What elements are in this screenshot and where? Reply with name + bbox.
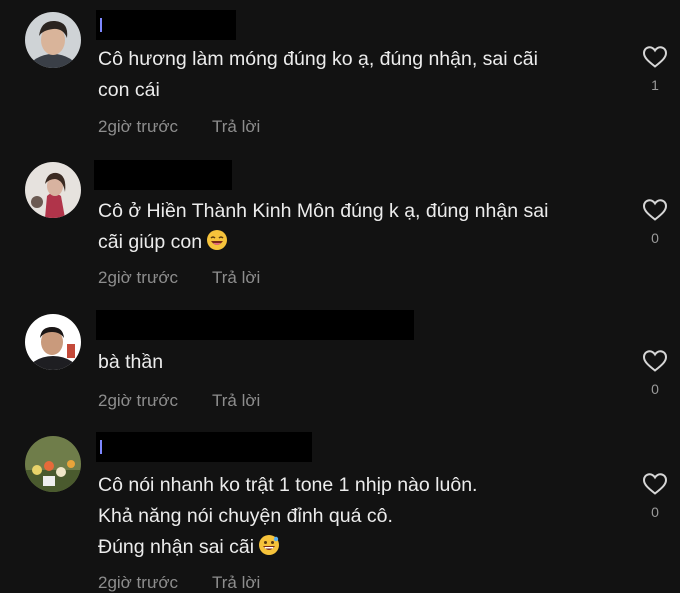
comment-text: Cô ở Hiền Thành Kinh Môn đúng k ạ, đúng … [98, 196, 608, 261]
flowers-avatar-icon [25, 436, 81, 492]
laughing-emoji-icon [206, 229, 228, 261]
username-redacted [96, 310, 414, 340]
avatar[interactable] [25, 436, 81, 492]
comment-meta: 2giờ trước Trả lời [98, 391, 260, 411]
username-redacted [96, 10, 236, 40]
like-count: 1 [651, 77, 659, 93]
like-control: 1 [640, 45, 670, 93]
reply-button[interactable]: Trả lời [212, 268, 260, 288]
person-avatar-icon [25, 162, 81, 218]
comment-meta: 2giờ trước Trả lời [98, 573, 260, 593]
like-control: 0 [640, 349, 670, 397]
like-count: 0 [651, 504, 659, 520]
like-control: 0 [640, 198, 670, 246]
heart-icon[interactable] [642, 198, 668, 222]
avatar[interactable] [25, 162, 81, 218]
comment-meta: 2giờ trước Trả lời [98, 117, 260, 137]
comment-text: Cô hương làm móng đúng ko ạ, đúng nhận, … [98, 48, 538, 101]
comment-text-body: Cô ở Hiền Thành Kinh Môn đúng k ạ, đúng … [98, 200, 549, 253]
reply-button[interactable]: Trả lời [212, 117, 260, 137]
comment-meta: 2giờ trước Trả lời [98, 268, 260, 288]
reply-button[interactable]: Trả lời [212, 573, 260, 593]
avatar[interactable] [25, 12, 81, 68]
like-control: 0 [640, 472, 670, 520]
timestamp: 2giờ trước [98, 117, 178, 136]
person-avatar-icon [25, 12, 81, 68]
reply-button[interactable]: Trả lời [212, 391, 260, 411]
comment-text: bà thần [98, 351, 164, 373]
timestamp: 2giờ trước [98, 268, 178, 287]
heart-icon[interactable] [642, 349, 668, 373]
person-avatar-icon [25, 314, 81, 370]
comment-text: Cô nói nhanh ko trật 1 tone 1 nhịp nào l… [98, 470, 608, 566]
like-count: 0 [651, 230, 659, 246]
heart-icon[interactable] [642, 45, 668, 69]
avatar[interactable] [25, 314, 81, 370]
heart-icon[interactable] [642, 472, 668, 496]
comment-text-body: Cô nói nhanh ko trật 1 tone 1 nhịp nào l… [98, 474, 478, 558]
username-redacted [96, 432, 312, 462]
like-count: 0 [651, 381, 659, 397]
timestamp: 2giờ trước [98, 573, 178, 592]
username-redacted [94, 160, 232, 190]
timestamp: 2giờ trước [98, 391, 178, 410]
grinning-emoji-icon [258, 534, 280, 566]
